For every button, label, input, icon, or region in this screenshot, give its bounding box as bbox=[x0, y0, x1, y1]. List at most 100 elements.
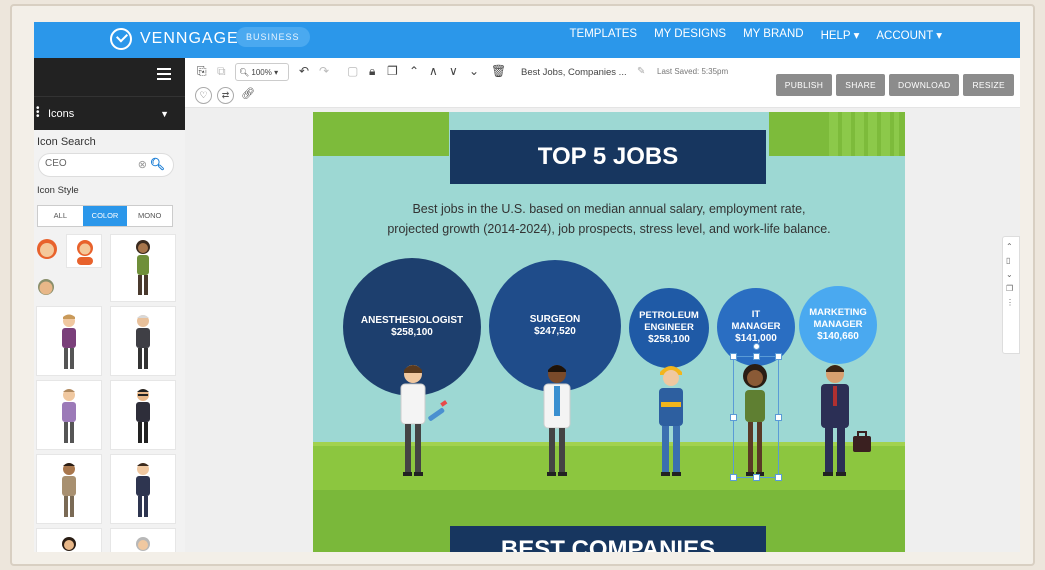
page-down-icon[interactable]: ⌄ bbox=[1006, 268, 1016, 282]
woman-head-icon bbox=[37, 239, 57, 259]
job-title: MARKETING MANAGER bbox=[809, 307, 867, 330]
job-salary: $140,660 bbox=[817, 331, 859, 342]
bring-forward-icon[interactable]: ∧ bbox=[429, 64, 438, 78]
copy-style-icon[interactable]: ⧉ bbox=[217, 64, 226, 79]
redo-icon[interactable]: ↷ bbox=[319, 64, 329, 78]
job-salary: $247,520 bbox=[534, 326, 576, 337]
surgeon-illustration[interactable] bbox=[537, 362, 577, 480]
venngage-logo[interactable]: VENNGAGE bbox=[110, 28, 239, 50]
clear-search-icon[interactable]: ⊗ bbox=[138, 158, 147, 171]
nav-my-brand[interactable]: MY BRAND bbox=[743, 28, 804, 42]
man-glasses-icon bbox=[136, 389, 150, 443]
icon-result-man-tan-suit[interactable] bbox=[36, 454, 102, 524]
page-number-field[interactable]: ▯ bbox=[1006, 254, 1016, 268]
icon-search-box: ⊗ 🔍︎ bbox=[38, 153, 174, 177]
resize-handle[interactable] bbox=[753, 474, 760, 481]
page-navigator-panel[interactable]: ⌃ ▯ ⌄ ❐ ⋮ bbox=[1002, 236, 1020, 354]
drag-dots-icon: • • • bbox=[36, 103, 40, 122]
nav-templates[interactable]: TEMPLATES bbox=[570, 28, 638, 42]
duplicate-icon[interactable]: ❐ bbox=[387, 64, 398, 78]
lock-icon[interactable]: 🔒︎ bbox=[369, 64, 375, 79]
icon-result-woman-bust[interactable] bbox=[66, 234, 102, 268]
format-paint-icon[interactable]: ⎘ bbox=[197, 64, 207, 79]
selection-box[interactable] bbox=[730, 343, 782, 481]
send-backward-icon[interactable]: ∨ bbox=[449, 64, 458, 78]
man-navy-suit-icon bbox=[136, 463, 150, 517]
page-copy-icon[interactable]: ❐ bbox=[1006, 282, 1016, 296]
infographic-page[interactable]: TOP 5 JOBS Best jobs in the U.S. based o… bbox=[313, 112, 905, 552]
nav-account[interactable]: ACCOUNT ▾ bbox=[876, 28, 942, 42]
zoom-search-icon: 🔍︎ bbox=[239, 68, 250, 77]
link-icon[interactable]: 🔗︎ bbox=[241, 87, 255, 100]
resize-handle[interactable] bbox=[730, 414, 737, 421]
anesthesiologist-illustration[interactable] bbox=[393, 362, 453, 480]
delete-icon[interactable]: 🗑︎ bbox=[491, 64, 506, 78]
icon-results-grid bbox=[34, 234, 185, 552]
venngage-logo-icon bbox=[110, 28, 132, 50]
icon-result-man-purple-vest[interactable] bbox=[36, 306, 102, 376]
nav-help[interactable]: HELP ▾ bbox=[821, 28, 860, 42]
resize-handle[interactable] bbox=[775, 414, 782, 421]
job-title: SURGEON bbox=[529, 314, 581, 325]
zoom-value: 100% bbox=[251, 68, 272, 77]
resize-button[interactable]: RESIZE bbox=[963, 74, 1014, 96]
caret-down-icon: ▼ bbox=[160, 109, 169, 119]
publish-button[interactable]: PUBLISH bbox=[775, 74, 833, 96]
header-band-left bbox=[313, 112, 449, 156]
icon-result-man-navy-suit[interactable] bbox=[110, 454, 176, 524]
section-title-best-companies[interactable]: BEST COMPANIES bbox=[450, 526, 766, 552]
panel-type-select[interactable]: • • • Icons ▼ bbox=[34, 96, 185, 130]
infographic-subtitle[interactable]: Best jobs in the U.S. based on median an… bbox=[343, 199, 875, 239]
group-icon[interactable]: ▢ bbox=[347, 64, 358, 78]
page-more-icon[interactable]: ⋮ bbox=[1006, 296, 1016, 310]
icon-result-bald-man[interactable] bbox=[34, 272, 62, 304]
style-tab-color[interactable]: COLOR bbox=[82, 206, 128, 226]
grey-hair-man-icon bbox=[136, 537, 150, 551]
icon-result-woman-dark[interactable] bbox=[36, 528, 102, 552]
bring-to-front-icon[interactable]: ⌃ bbox=[409, 64, 419, 78]
style-tab-all[interactable]: ALL bbox=[38, 206, 83, 226]
send-to-back-icon[interactable]: ⌄ bbox=[469, 64, 479, 78]
job-salary: $258,100 bbox=[648, 334, 690, 345]
rotate-handle[interactable] bbox=[753, 343, 760, 350]
icon-result-grey-man[interactable] bbox=[110, 528, 176, 552]
icon-style-tabs: ALL COLOR MONO bbox=[37, 205, 173, 227]
icon-result-woman-orange-hair[interactable] bbox=[34, 234, 62, 266]
design-canvas[interactable]: TOP 5 JOBS Best jobs in the U.S. based o… bbox=[185, 108, 1020, 552]
edit-title-icon[interactable]: ✎ bbox=[637, 66, 645, 77]
resize-handle[interactable] bbox=[730, 474, 737, 481]
favorite-heart-icon[interactable]: ♡ bbox=[195, 87, 212, 104]
job-bubble-marketing-manager[interactable]: MARKETING MANAGER $140,660 bbox=[799, 286, 877, 364]
app-screen: VENNGAGE BUSINESS TEMPLATES MY DESIGNS M… bbox=[34, 22, 1020, 552]
icon-result-older-man[interactable] bbox=[110, 306, 176, 376]
job-bubble-petroleum-engineer[interactable]: PETROLEUM ENGINEER $258,100 bbox=[629, 288, 709, 368]
zoom-select[interactable]: 🔍︎ 100% ▾ bbox=[235, 63, 289, 81]
icon-result-man-glasses[interactable] bbox=[110, 380, 176, 450]
marketing-manager-illustration[interactable] bbox=[809, 362, 873, 480]
style-tab-mono[interactable]: MONO bbox=[127, 206, 172, 226]
subtitle-line-1: Best jobs in the U.S. based on median an… bbox=[412, 202, 806, 216]
resize-handle[interactable] bbox=[753, 353, 760, 360]
man-tan-suit-icon bbox=[62, 463, 76, 517]
document-title[interactable]: Best Jobs, Companies ... bbox=[521, 67, 627, 78]
petroleum-engineer-illustration[interactable] bbox=[653, 362, 689, 480]
resize-handle[interactable] bbox=[775, 353, 782, 360]
resize-handle[interactable] bbox=[730, 353, 737, 360]
icon-search-input[interactable] bbox=[45, 158, 125, 169]
woman-green-shirt-icon bbox=[136, 240, 150, 295]
nav-my-designs[interactable]: MY DESIGNS bbox=[654, 28, 726, 42]
page-up-icon[interactable]: ⌃ bbox=[1006, 240, 1016, 254]
job-title: ANESTHESIOLOGIST bbox=[360, 315, 464, 326]
icon-result-woman-green[interactable] bbox=[110, 234, 176, 302]
share-button[interactable]: SHARE bbox=[836, 74, 886, 96]
infographic-title[interactable]: TOP 5 JOBS bbox=[450, 130, 766, 184]
swap-icon[interactable]: ⇄ bbox=[217, 87, 234, 104]
hamburger-menu-icon[interactable] bbox=[157, 68, 171, 80]
search-icon[interactable]: 🔍︎ bbox=[150, 157, 165, 171]
older-man-icon bbox=[136, 315, 150, 369]
undo-icon[interactable]: ↶ bbox=[299, 64, 309, 78]
download-button[interactable]: DOWNLOAD bbox=[889, 74, 960, 96]
bald-man-head-icon bbox=[38, 279, 54, 295]
resize-handle[interactable] bbox=[775, 474, 782, 481]
icon-result-man-lavender[interactable] bbox=[36, 380, 102, 450]
